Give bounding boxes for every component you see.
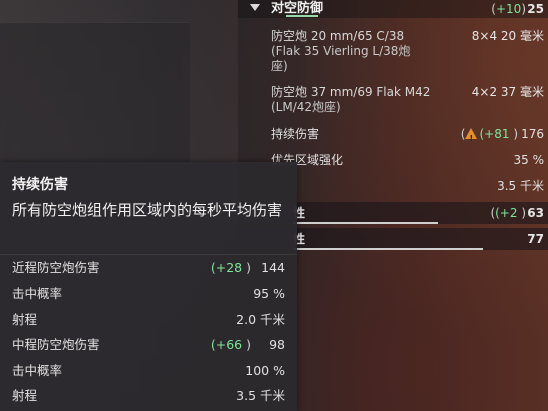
gun-1-line1: 防空炮 20 mm/65 C/38	[271, 29, 405, 43]
tooltip-row-range-2: 射程 3.5 千米	[12, 385, 285, 407]
tooltip-row-value: 3.5 千米	[236, 388, 285, 403]
gun-2-caliber: 37 毫米	[500, 85, 544, 99]
gun-1-stats: 8×4 20 毫米	[472, 29, 544, 44]
tooltip-row-bonus: (+66 )	[210, 337, 251, 352]
tooltip-row-value: 144	[261, 260, 285, 275]
chevron-down-icon[interactable]	[250, 4, 260, 11]
tooltip-row-label: 中程防空炮伤害	[12, 337, 100, 352]
priority-sector-row: 优先区域强化 35 %	[271, 150, 544, 170]
tooltip-row-hit-chance-1: 击中概率 95 %	[12, 283, 285, 305]
tooltip-row-value: 98	[269, 337, 285, 352]
tooltip-row-label: 击中概率	[12, 286, 63, 301]
concealment-value: 77	[527, 232, 544, 246]
continuous-damage-label: 持续伤害	[271, 127, 320, 141]
range-value: 3.5 千米	[497, 179, 544, 193]
gun-1-name: 防空炮 20 mm/65 C/38 (Flak 35 Vierling L/38…	[271, 29, 410, 74]
tooltip-row-bonus: (+28 )	[210, 260, 251, 275]
gun-2-stats: 4×2 37 毫米	[472, 85, 544, 100]
tooltip-row-value: 95 %	[253, 286, 285, 301]
range-row: 3.5 千米	[271, 176, 544, 196]
maneuverability-bonus: ((+2 )	[490, 206, 526, 220]
tooltip-divider	[0, 254, 297, 255]
continuous-damage-bonus: ((+81 )	[461, 124, 518, 149]
tooltip-description: 所有防空炮组作用区域内的每秒平均伤害	[12, 201, 283, 219]
gun-1-line2: (Flak 35 Vierling L/38炮	[271, 44, 411, 58]
tooltip-row-mid-aa-damage: 中程防空炮伤害 (+66 ) 98	[12, 334, 285, 356]
aa-defense-value: 25	[527, 2, 544, 16]
gun-1-count: 8×4	[471, 29, 498, 43]
continuous-damage-value: 176	[521, 127, 544, 141]
priority-sector-value: 35 %	[513, 153, 545, 167]
warning-icon	[465, 128, 478, 149]
gun-1-caliber: 20 毫米	[500, 29, 544, 43]
gun-1-line3: 座)	[271, 59, 288, 73]
tooltip-row-label: 近程防空炮伤害	[12, 260, 100, 275]
tooltip-row-close-aa-damage: 近程防空炮伤害 (+28 ) 144	[12, 257, 285, 279]
tooltip-title: 持续伤害	[12, 177, 68, 193]
tooltip-row-label: 击中概率	[12, 363, 63, 378]
tooltip-row-label: 射程	[12, 312, 38, 327]
gun-2-count: 4×2	[471, 85, 498, 99]
tooltip-row-range-1: 射程 2.0 千米	[12, 309, 285, 331]
gun-2-line2: (LM/42炮座)	[271, 100, 341, 114]
tooltip-row-value: 2.0 千米	[236, 312, 285, 327]
tooltip-row-value: 100 %	[245, 363, 285, 378]
aa-defense-bonus: (+10)	[491, 2, 526, 16]
gun-2-line1: 防空炮 37 mm/69 Flak M42	[271, 85, 431, 99]
tooltip-panel: 持续伤害 所有防空炮组作用区域内的每秒平均伤害 近程防空炮伤害 (+28 ) 1…	[0, 162, 297, 411]
continuous-damage-row[interactable]: 持续伤害 ((+81 ) 176	[271, 124, 544, 149]
maneuverability-value: 63	[527, 206, 544, 220]
maneuverability-bar	[293, 222, 438, 224]
aa-defense-header[interactable]: 对空防御 (+10) 25	[238, 0, 548, 18]
gun-2-name: 防空炮 37 mm/69 Flak M42 (LM/42炮座)	[271, 85, 430, 115]
tooltip-row-label: 射程	[12, 388, 38, 403]
title-underline	[286, 15, 318, 17]
left-panel	[0, 22, 190, 163]
concealment-bar	[293, 248, 483, 250]
tooltip-row-hit-chance-2: 击中概率 100 %	[12, 360, 285, 382]
